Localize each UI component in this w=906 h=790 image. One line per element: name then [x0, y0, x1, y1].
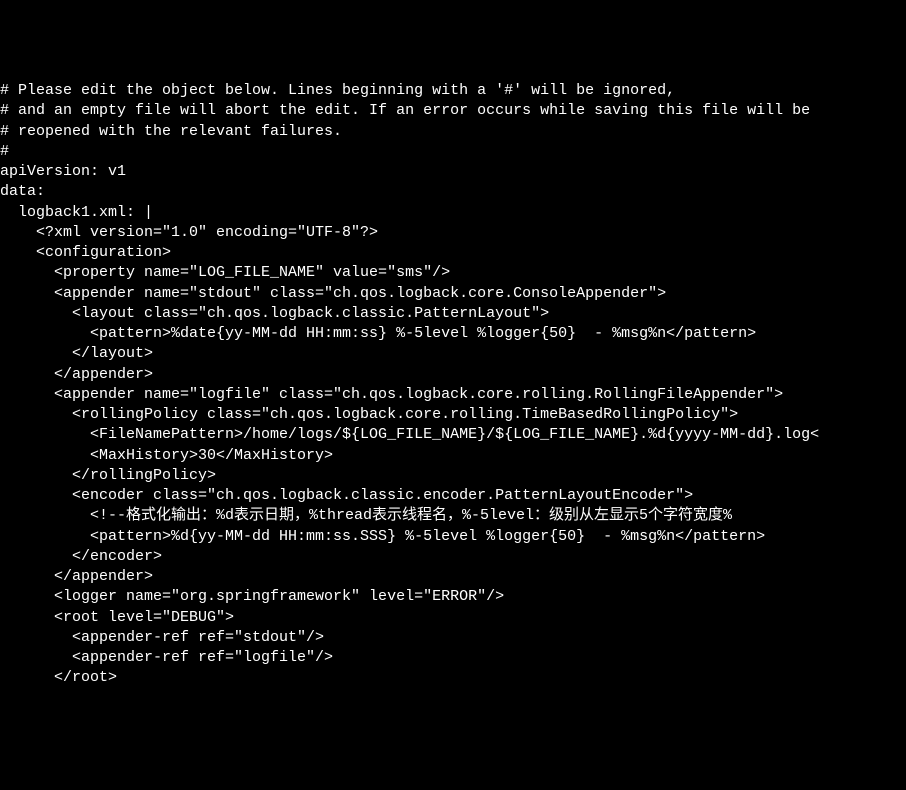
editor-line: <appender name="logfile" class="ch.qos.l…	[0, 385, 906, 405]
terminal-editor[interactable]: # Please edit the object below. Lines be…	[0, 81, 906, 689]
editor-line: </appender>	[0, 567, 906, 587]
editor-line: <pattern>%d{yy-MM-dd HH:mm:ss.SSS} %-5le…	[0, 527, 906, 547]
editor-line: data:	[0, 182, 906, 202]
editor-line: # reopened with the relevant failures.	[0, 122, 906, 142]
editor-line: </rollingPolicy>	[0, 466, 906, 486]
editor-line: apiVersion: v1	[0, 162, 906, 182]
editor-line: <property name="LOG_FILE_NAME" value="sm…	[0, 263, 906, 283]
editor-line: <FileNamePattern>/home/logs/${LOG_FILE_N…	[0, 425, 906, 445]
editor-line: <configuration>	[0, 243, 906, 263]
editor-line: # and an empty file will abort the edit.…	[0, 101, 906, 121]
editor-line: </appender>	[0, 365, 906, 385]
editor-line: <encoder class="ch.qos.logback.classic.e…	[0, 486, 906, 506]
editor-line: </root>	[0, 668, 906, 688]
editor-line: <appender-ref ref="stdout"/>	[0, 628, 906, 648]
editor-line: #	[0, 142, 906, 162]
editor-line: <rollingPolicy class="ch.qos.logback.cor…	[0, 405, 906, 425]
editor-line: <appender-ref ref="logfile"/>	[0, 648, 906, 668]
editor-line: </layout>	[0, 344, 906, 364]
editor-line: <layout class="ch.qos.logback.classic.Pa…	[0, 304, 906, 324]
editor-line: <logger name="org.springframework" level…	[0, 587, 906, 607]
editor-line: <?xml version="1.0" encoding="UTF-8"?>	[0, 223, 906, 243]
editor-line: <appender name="stdout" class="ch.qos.lo…	[0, 284, 906, 304]
editor-line: logback1.xml: |	[0, 203, 906, 223]
editor-line: <pattern>%date{yy-MM-dd HH:mm:ss} %-5lev…	[0, 324, 906, 344]
editor-line: # Please edit the object below. Lines be…	[0, 81, 906, 101]
editor-line: </encoder>	[0, 547, 906, 567]
editor-line: <MaxHistory>30</MaxHistory>	[0, 446, 906, 466]
editor-line: <!--格式化输出：%d表示日期，%thread表示线程名，%-5level：级…	[0, 506, 906, 526]
editor-line: <root level="DEBUG">	[0, 608, 906, 628]
